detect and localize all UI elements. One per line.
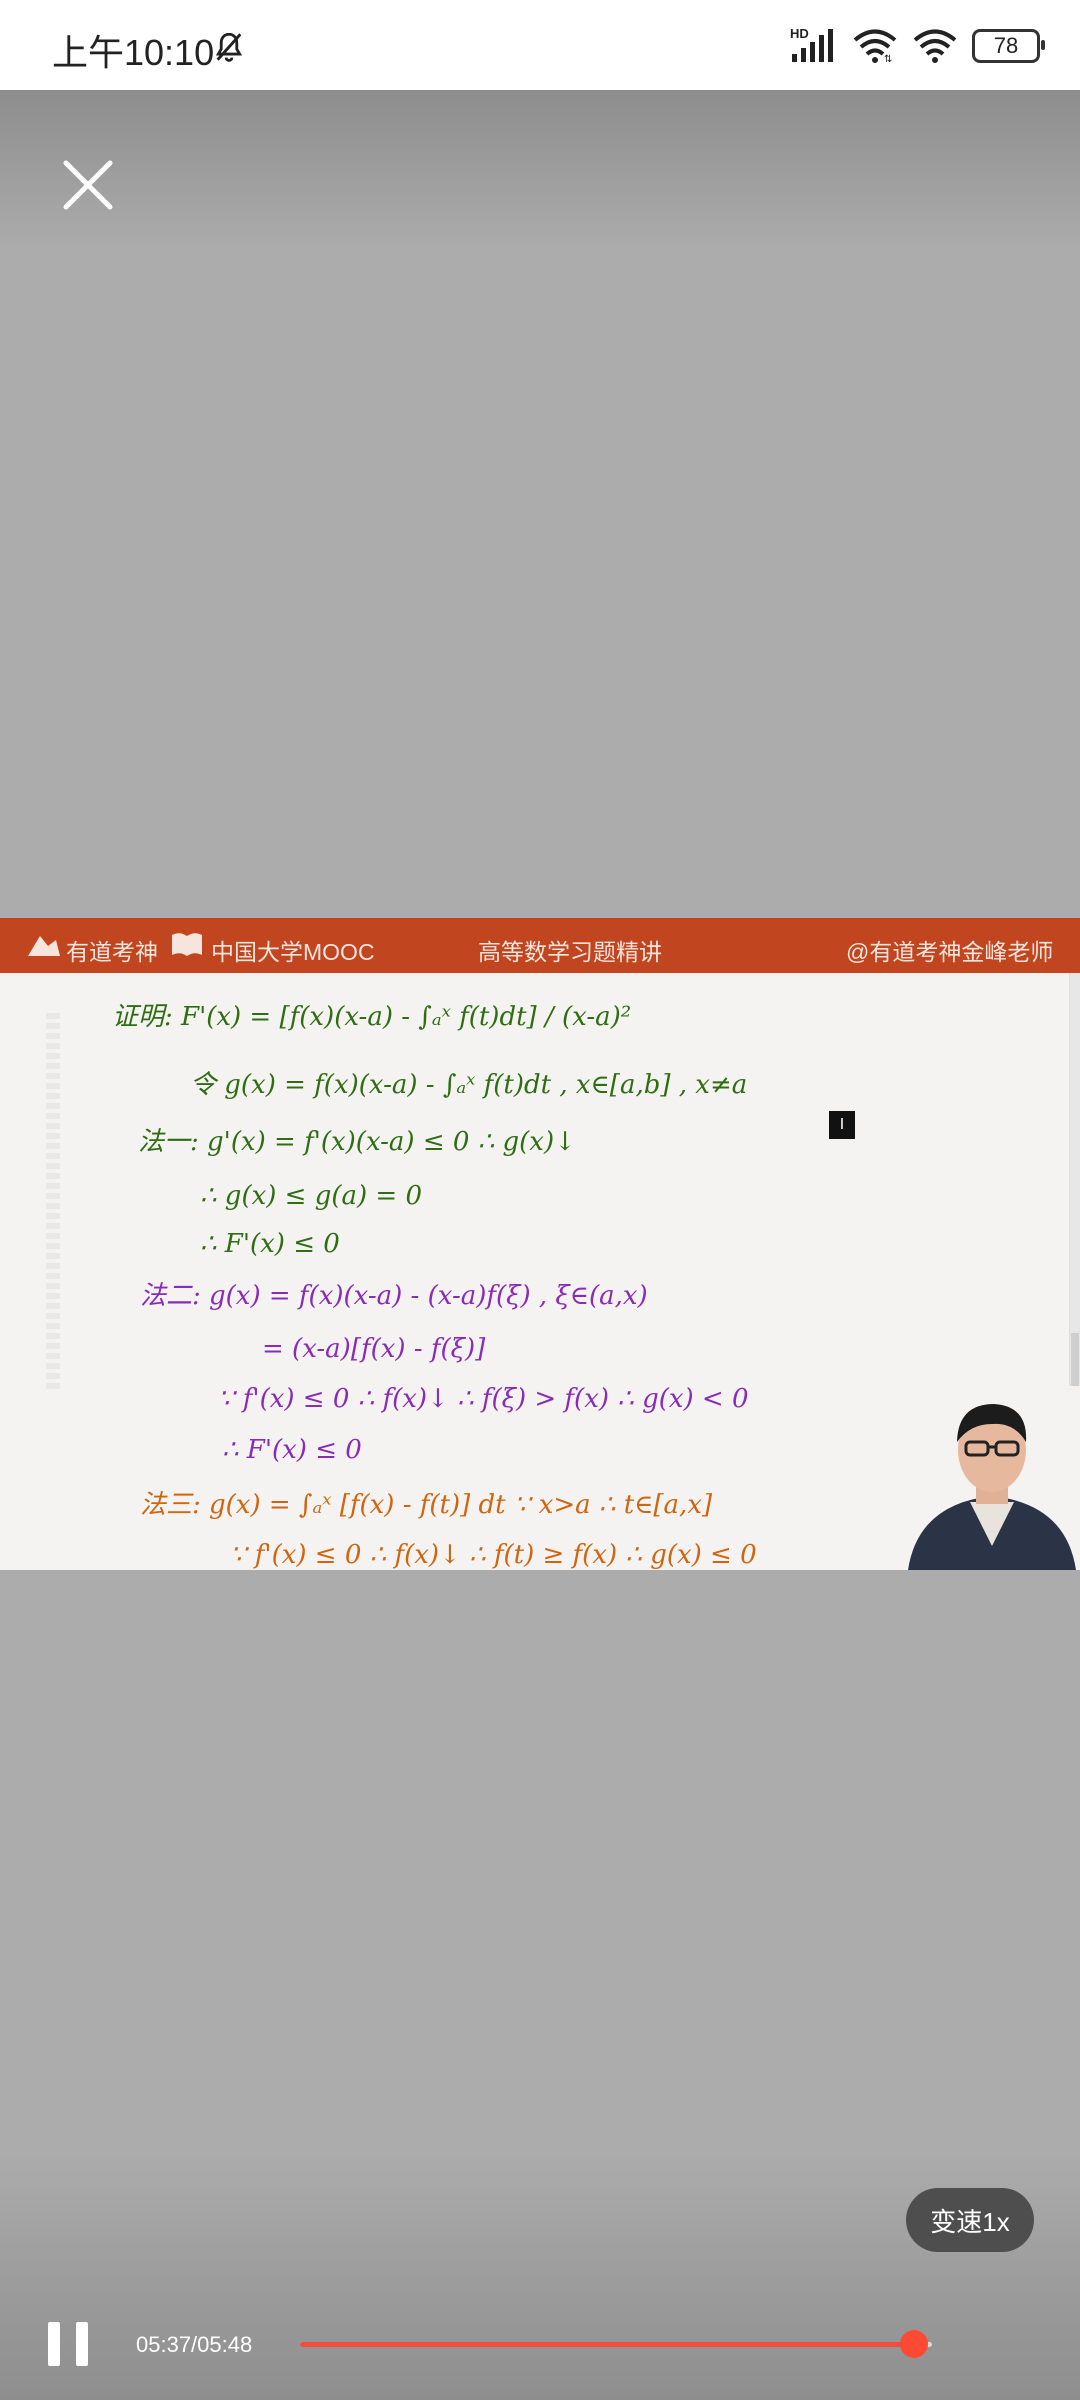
status-bar: 上午10:10 HD ⇅ 78: [0, 0, 1080, 90]
board-line-9: ∴ F'(x) ≤ 0: [222, 1435, 362, 1465]
progress-fill: [300, 2342, 914, 2347]
status-icons: HD ⇅ 78: [790, 26, 1045, 64]
battery-level: 78: [993, 33, 1019, 58]
board-line-2: 令 g(x) = f(x)(x-a) - ∫ₐˣ f(t)dt , x∈[a,b…: [190, 1070, 747, 1100]
course-title: 高等数学习题精讲: [478, 939, 662, 965]
board-line-10: 法三: g(x) = ∫ₐˣ [f(x) - f(t)] dt ∵ x>a ∴ …: [140, 1490, 713, 1520]
video-frame[interactable]: 有道考神 中国大学MOOC 高等数学习题精讲 @有道考神金峰老师 证明: F'(…: [0, 918, 1080, 1570]
board-line-5: ∴ F'(x) ≤ 0: [200, 1229, 340, 1259]
wifi-icon: ⇅: [853, 29, 897, 63]
board-line-4: ∴ g(x) ≤ g(a) = 0: [200, 1181, 422, 1211]
svg-text:⇅: ⇅: [884, 54, 892, 63]
video-banner: 有道考神 中国大学MOOC 高等数学习题精讲 @有道考神金峰老师: [0, 918, 1080, 973]
close-icon[interactable]: [58, 155, 118, 215]
pause-icon[interactable]: [48, 2322, 88, 2366]
board-line-7: = (x-a)[f(x) - f(ξ)]: [262, 1334, 486, 1364]
board-line-11: ∵ f'(x) ≤ 0 ∴ f(x)↓ ∴ f(t) ≥ f(x) ∴ g(x)…: [230, 1540, 757, 1570]
platform-name: 中国大学MOOC: [211, 939, 375, 965]
signal-icon: HD: [790, 26, 838, 64]
wifi-icon-secondary: [913, 29, 957, 63]
brand-name: 有道考神: [66, 939, 158, 965]
board-line-3: 法一: g'(x) = f'(x)(x-a) ≤ 0 ∴ g(x)↓: [138, 1127, 576, 1157]
brand-logo-icon: [28, 936, 60, 956]
book-icon: [172, 933, 202, 956]
status-time: 上午10:10: [52, 32, 215, 73]
speed-button[interactable]: 变速1x: [906, 2188, 1034, 2252]
text-cursor-icon: I: [829, 1111, 855, 1139]
progress-thumb[interactable]: [899, 2330, 928, 2358]
board-line-1: 证明: F'(x) = [f(x)(x-a) - ∫ₐˣ f(t)dt] / (…: [112, 1002, 631, 1032]
board-line-8: ∵ f'(x) ≤ 0 ∴ f(x)↓ ∴ f(ξ) > f(x) ∴ g(x)…: [218, 1384, 749, 1414]
playback-time: 05:37/05:48: [136, 2332, 253, 2357]
bell-off-icon: [215, 32, 243, 62]
board-line-6: 法二: g(x) = f(x)(x-a) - (x-a)f(ξ) , ξ∈(a,…: [140, 1281, 648, 1311]
progress-bar[interactable]: [300, 2330, 932, 2358]
teacher-avatar: [904, 1386, 1080, 1570]
teacher-handle: @有道考神金峰老师: [846, 939, 1054, 965]
battery-indicator: 78: [972, 29, 1045, 63]
